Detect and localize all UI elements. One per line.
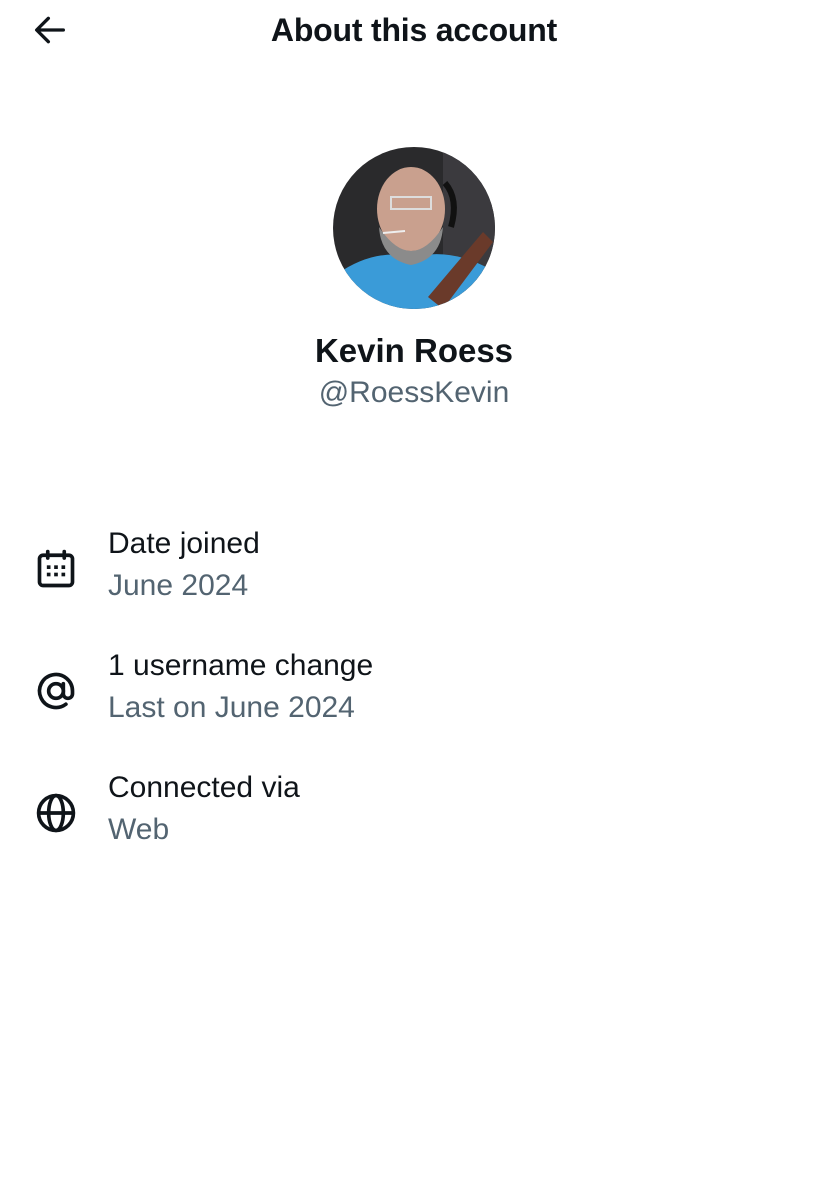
at-sign-icon [34,669,78,713]
info-label: Date joined [108,527,260,560]
info-value: Web [108,813,170,846]
profile-handle: @RoessKevin [318,376,510,409]
info-value: Last on June 2024 [108,691,355,724]
page-title: About this account [270,12,558,48]
profile-name: Kevin Roess [314,332,514,369]
avatar[interactable] [333,147,495,309]
info-row-username-change: 1 username change Last on June 2024 [0,649,828,739]
top-bar: About this account [0,0,828,64]
globe-icon [34,791,78,835]
info-label: Connected via [108,771,300,804]
info-row-date-joined: Date joined June 2024 [0,527,828,617]
calendar-icon [34,547,78,591]
info-row-connected-via: Connected via Web [0,771,828,861]
info-value: June 2024 [108,569,249,602]
info-label: 1 username change [108,649,374,682]
